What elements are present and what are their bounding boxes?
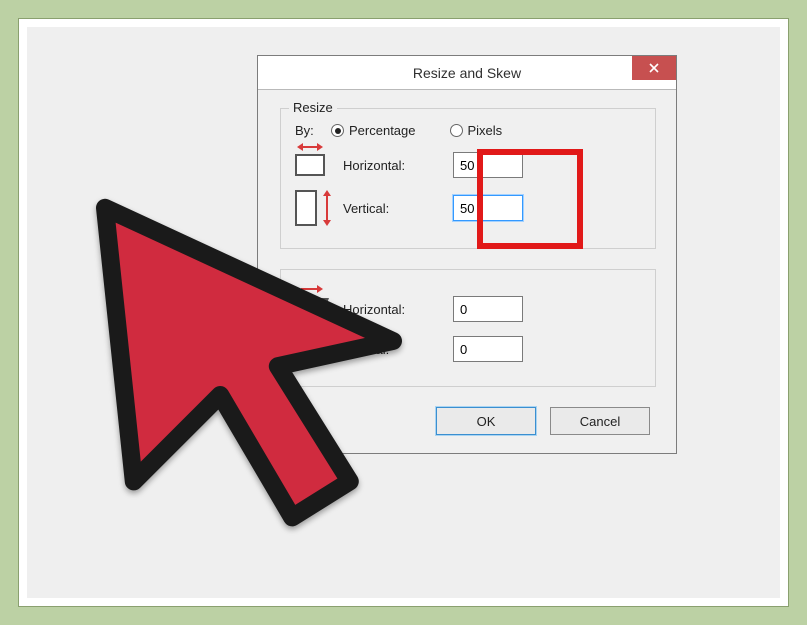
ok-button[interactable]: OK xyxy=(436,407,536,435)
radio-percentage-label: Percentage xyxy=(349,123,416,138)
resize-horizontal-input[interactable] xyxy=(453,152,523,178)
resize-vertical-icon xyxy=(295,190,331,226)
resize-vertical-input[interactable] xyxy=(453,195,523,221)
resize-legend: Resize xyxy=(289,100,337,115)
radio-percentage[interactable]: Percentage xyxy=(331,123,416,138)
dialog-title: Resize and Skew xyxy=(413,65,521,81)
skew-horizontal-input[interactable] xyxy=(453,296,523,322)
radio-pixels[interactable]: Pixels xyxy=(450,123,503,138)
skew-vertical-input[interactable] xyxy=(453,336,523,362)
cancel-button-label: Cancel xyxy=(580,414,620,429)
resize-skew-dialog: Resize and Skew Resize By: Percentage xyxy=(257,55,677,454)
close-button[interactable] xyxy=(632,56,676,80)
skew-horizontal-icon xyxy=(295,298,325,320)
skew-vertical-icon xyxy=(295,334,317,364)
close-icon xyxy=(649,61,659,76)
ok-button-label: OK xyxy=(477,414,496,429)
skew-group: Horizontal: Vertical: xyxy=(280,269,656,387)
titlebar[interactable]: Resize and Skew xyxy=(258,56,676,90)
radio-dot-icon xyxy=(331,124,344,137)
resize-vertical-label: Vertical: xyxy=(343,201,453,216)
resize-group: Resize By: Percentage Pixels xyxy=(280,108,656,249)
cancel-button[interactable]: Cancel xyxy=(550,407,650,435)
resize-horizontal-label: Horizontal: xyxy=(343,158,453,173)
skew-horizontal-label: Horizontal: xyxy=(343,302,453,317)
resize-horizontal-icon xyxy=(295,154,325,176)
radio-pixels-label: Pixels xyxy=(468,123,503,138)
by-label: By: xyxy=(295,123,321,138)
skew-vertical-label: Vertical: xyxy=(343,342,453,357)
radio-dot-icon xyxy=(450,124,463,137)
